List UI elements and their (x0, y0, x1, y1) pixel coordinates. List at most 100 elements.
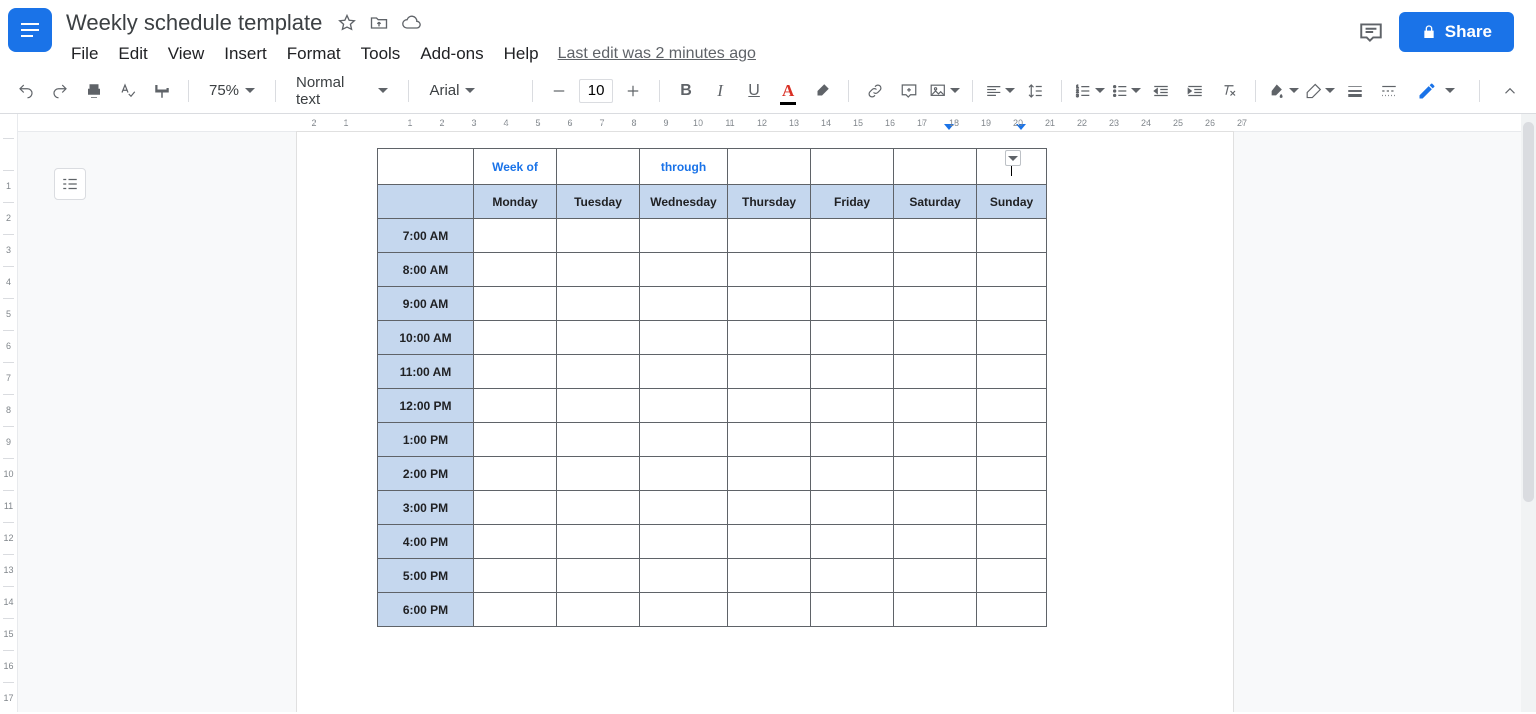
line-spacing-icon[interactable] (1021, 77, 1049, 105)
schedule-cell[interactable] (640, 559, 728, 593)
schedule-cell[interactable] (894, 457, 977, 491)
schedule-cell[interactable] (894, 219, 977, 253)
schedule-cell[interactable] (977, 219, 1047, 253)
schedule-cell[interactable] (640, 593, 728, 627)
font-size-input[interactable] (579, 79, 613, 103)
add-comment-icon[interactable] (895, 77, 923, 105)
schedule-cell[interactable] (474, 355, 557, 389)
highlight-color-icon[interactable] (808, 77, 836, 105)
schedule-cell[interactable] (977, 457, 1047, 491)
schedule-cell[interactable] (474, 457, 557, 491)
schedule-cell[interactable] (728, 355, 811, 389)
schedule-table[interactable]: Week of through Monday Tuesday Wednesday (377, 148, 1047, 627)
cloud-saved-icon[interactable] (400, 12, 422, 34)
border-style-icon[interactable] (1375, 77, 1403, 105)
schedule-cell[interactable] (977, 355, 1047, 389)
schedule-cell[interactable] (811, 321, 894, 355)
menu-view[interactable]: View (159, 40, 214, 68)
menu-addons[interactable]: Add-ons (411, 40, 492, 68)
schedule-cell[interactable] (474, 491, 557, 525)
time-label[interactable]: 11:00 AM (378, 355, 474, 389)
schedule-cell[interactable] (640, 355, 728, 389)
schedule-cell[interactable] (557, 491, 640, 525)
schedule-cell[interactable] (728, 457, 811, 491)
schedule-cell[interactable] (640, 389, 728, 423)
schedule-cell[interactable] (811, 457, 894, 491)
time-label[interactable]: 2:00 PM (378, 457, 474, 491)
increase-font-icon[interactable] (619, 77, 647, 105)
schedule-cell[interactable] (728, 559, 811, 593)
schedule-cell[interactable] (894, 355, 977, 389)
border-width-icon[interactable] (1341, 77, 1369, 105)
border-color-icon[interactable] (1305, 77, 1336, 105)
schedule-cell[interactable] (811, 593, 894, 627)
schedule-cell[interactable] (977, 559, 1047, 593)
schedule-cell[interactable] (640, 423, 728, 457)
schedule-cell[interactable] (977, 287, 1047, 321)
schedule-cell[interactable] (894, 423, 977, 457)
document-outline-button[interactable] (54, 168, 86, 200)
clear-format-icon[interactable] (1215, 77, 1243, 105)
undo-icon[interactable] (12, 77, 40, 105)
zoom-select[interactable]: 75% (201, 77, 263, 105)
schedule-cell[interactable] (977, 321, 1047, 355)
schedule-cell[interactable] (557, 593, 640, 627)
day-header[interactable]: Sunday (977, 185, 1047, 219)
increase-indent-icon[interactable] (1181, 77, 1209, 105)
day-header[interactable]: Wednesday (640, 185, 728, 219)
schedule-cell[interactable] (640, 287, 728, 321)
schedule-cell[interactable] (474, 253, 557, 287)
spellcheck-icon[interactable] (114, 77, 142, 105)
schedule-cell[interactable] (557, 525, 640, 559)
schedule-cell[interactable] (474, 423, 557, 457)
schedule-cell[interactable] (811, 423, 894, 457)
table-column-handle-icon[interactable] (1005, 150, 1021, 166)
menu-tools[interactable]: Tools (352, 40, 410, 68)
schedule-cell[interactable] (557, 321, 640, 355)
schedule-cell[interactable] (811, 491, 894, 525)
schedule-cell[interactable] (557, 253, 640, 287)
time-label[interactable]: 6:00 PM (378, 593, 474, 627)
day-header[interactable]: Thursday (728, 185, 811, 219)
docs-app-icon[interactable] (8, 8, 52, 52)
schedule-cell[interactable] (811, 219, 894, 253)
underline-icon[interactable]: U (740, 77, 768, 105)
schedule-cell[interactable] (557, 423, 640, 457)
bold-icon[interactable]: B (672, 77, 700, 105)
through-label[interactable]: through (640, 149, 728, 185)
schedule-cell[interactable] (894, 593, 977, 627)
menu-file[interactable]: File (62, 40, 107, 68)
menu-format[interactable]: Format (278, 40, 350, 68)
schedule-cell[interactable] (557, 389, 640, 423)
schedule-cell[interactable] (977, 491, 1047, 525)
decrease-font-icon[interactable] (545, 77, 573, 105)
redo-icon[interactable] (46, 77, 74, 105)
schedule-cell[interactable] (977, 525, 1047, 559)
menu-edit[interactable]: Edit (109, 40, 156, 68)
editing-mode-button[interactable] (1409, 77, 1463, 105)
time-label[interactable]: 4:00 PM (378, 525, 474, 559)
schedule-cell[interactable] (728, 389, 811, 423)
schedule-cell[interactable] (811, 287, 894, 321)
schedule-cell[interactable] (474, 559, 557, 593)
schedule-cell[interactable] (474, 321, 557, 355)
schedule-cell[interactable] (728, 253, 811, 287)
time-label[interactable]: 8:00 AM (378, 253, 474, 287)
time-label[interactable]: 5:00 PM (378, 559, 474, 593)
schedule-cell[interactable] (977, 253, 1047, 287)
document-title[interactable]: Weekly schedule template (62, 8, 326, 38)
document-page[interactable]: Week of through Monday Tuesday Wednesday (297, 132, 1233, 712)
schedule-cell[interactable] (474, 593, 557, 627)
schedule-cell[interactable] (557, 355, 640, 389)
schedule-cell[interactable] (894, 559, 977, 593)
schedule-cell[interactable] (557, 559, 640, 593)
time-label[interactable]: 12:00 PM (378, 389, 474, 423)
schedule-cell[interactable] (474, 389, 557, 423)
schedule-cell[interactable] (474, 219, 557, 253)
schedule-cell[interactable] (811, 389, 894, 423)
schedule-cell[interactable] (557, 287, 640, 321)
star-icon[interactable] (336, 12, 358, 34)
schedule-cell[interactable] (557, 457, 640, 491)
collapse-toolbar-icon[interactable] (1496, 77, 1524, 105)
day-header[interactable]: Tuesday (557, 185, 640, 219)
